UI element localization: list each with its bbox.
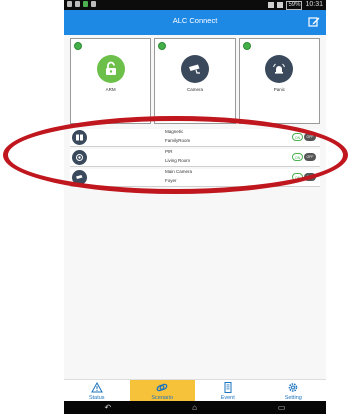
home-icon[interactable]: ⌂: [192, 403, 197, 412]
device-room: Living Room: [165, 158, 191, 163]
event-list-icon: [224, 382, 232, 393]
status-indicator-icon: [74, 42, 82, 50]
app-screen: 59% 10:31 ALC Connect ARM Camera Panic M…: [64, 0, 326, 414]
camera-icon: [72, 170, 87, 185]
scenario-tiles: ARM Camera Panic: [70, 38, 320, 124]
signal-icon: [268, 2, 275, 8]
status-indicator-icon: [158, 42, 167, 50]
wifi-icon: [277, 2, 284, 8]
image-notification-icon: [67, 1, 72, 7]
security-camera-icon: [180, 55, 209, 83]
device-row-pir[interactable]: PIR Living Room ON OFF: [70, 149, 320, 167]
tile-panic[interactable]: Panic: [238, 38, 320, 124]
app-notification-icon: [83, 1, 88, 7]
back-icon[interactable]: ↶: [104, 403, 111, 412]
device-name: PIR: [165, 149, 173, 154]
system-navigation-bar: ↶ ⌂ ▭: [64, 401, 326, 414]
clock: 10:31: [305, 1, 323, 8]
device-room: FamilyRoom: [165, 138, 191, 143]
motion-sensor-icon: [72, 150, 87, 165]
device-room: Foyer: [165, 178, 177, 183]
off-button[interactable]: OFF: [304, 173, 316, 181]
tile-label: Camera: [186, 87, 203, 92]
warning-triangle-icon: [90, 382, 103, 393]
battery-icon: 59%: [286, 0, 303, 10]
tab-status[interactable]: Status: [64, 380, 130, 402]
system-status-bar: 59% 10:31: [64, 0, 326, 10]
link-icon: [156, 383, 168, 392]
tab-setting[interactable]: Setting: [261, 380, 327, 402]
off-button[interactable]: OFF: [304, 153, 316, 161]
status-indicator-icon: [242, 42, 251, 50]
bottom-navigation: Status Scenario Event Setting: [64, 379, 326, 402]
image-notification-icon: [75, 1, 80, 7]
tile-arm[interactable]: ARM: [70, 38, 152, 124]
page-title: ALC Connect: [172, 16, 218, 25]
on-button[interactable]: ON: [292, 173, 303, 181]
device-list: Magnetic FamilyRoom ON OFF PIR Living Ro…: [70, 129, 320, 189]
settings-notification-icon: [91, 1, 96, 7]
on-button[interactable]: ON: [292, 153, 303, 161]
tile-camera[interactable]: Camera: [154, 38, 236, 124]
tile-label: ARM: [105, 87, 116, 92]
device-row-main-camera[interactable]: Main Camera Foyer ON OFF: [70, 169, 320, 187]
tile-label: Panic: [273, 87, 285, 92]
off-button[interactable]: OFF: [304, 133, 316, 141]
magnetic-sensor-icon: [72, 130, 87, 145]
tab-event[interactable]: Event: [195, 380, 261, 402]
device-row-magnetic[interactable]: Magnetic FamilyRoom ON OFF: [70, 129, 320, 147]
status-indicators: 59% 10:31: [268, 0, 323, 10]
tab-scenario[interactable]: Scenario: [129, 380, 195, 402]
on-button[interactable]: ON: [292, 133, 303, 141]
device-name: Main Camera: [165, 169, 193, 174]
recent-apps-icon[interactable]: ▭: [278, 403, 286, 412]
edit-icon[interactable]: [308, 16, 320, 28]
app-header: ALC Connect: [64, 10, 326, 35]
panic-alarm-icon: [265, 55, 294, 83]
device-name: Magnetic: [165, 129, 184, 134]
notification-icons: [67, 1, 96, 7]
unlocked-padlock-icon: [96, 55, 125, 83]
gear-icon: [288, 383, 298, 392]
